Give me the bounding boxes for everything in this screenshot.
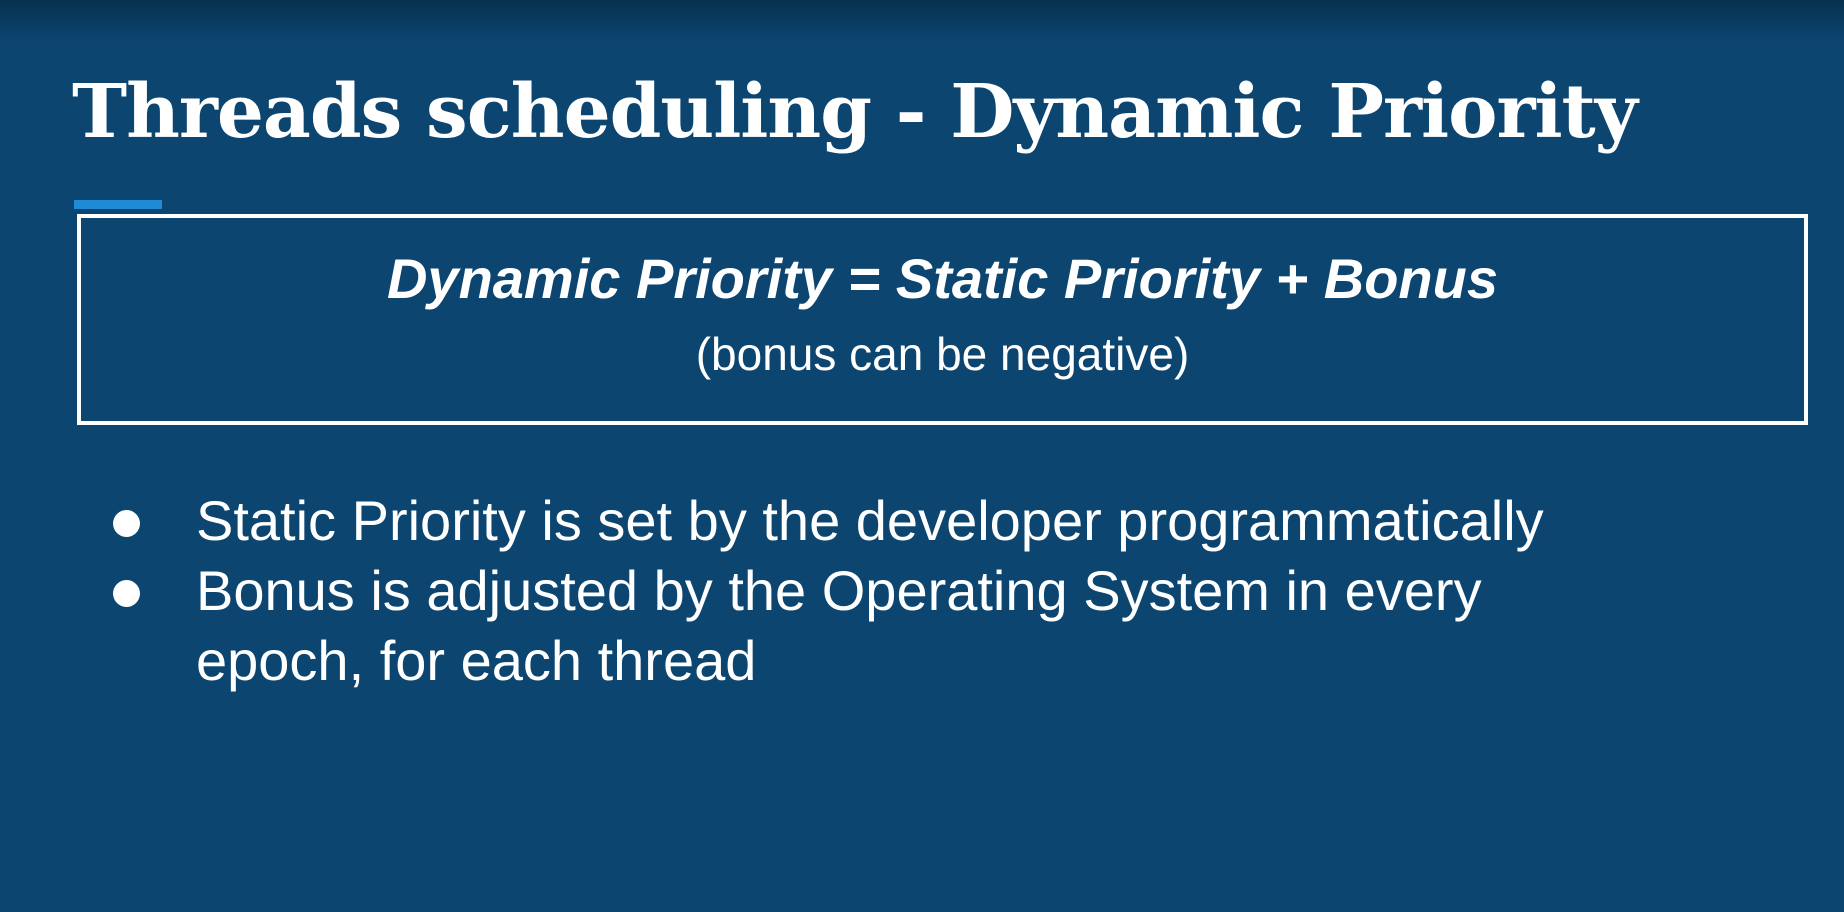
slide-title: Threads scheduling - Dynamic Priority xyxy=(72,69,1638,155)
bullet-item: Bonus is adjusted by the Operating Syste… xyxy=(0,556,1560,696)
formula-text: Dynamic Priority = Static Priority + Bon… xyxy=(386,247,1498,310)
bullet-text: Static Priority is set by the developer … xyxy=(196,489,1544,552)
bullet-item: Static Priority is set by the developer … xyxy=(0,486,1560,556)
top-shade xyxy=(0,0,1844,40)
bullet-icon xyxy=(113,580,140,607)
bullet-icon xyxy=(113,510,140,537)
bullet-text: Bonus is adjusted by the Operating Syste… xyxy=(196,559,1482,692)
title-accent-bar xyxy=(74,200,162,209)
bullet-list: Static Priority is set by the developer … xyxy=(0,486,1560,696)
formula-box: Dynamic Priority = Static Priority + Bon… xyxy=(77,214,1808,425)
formula-note: (bonus can be negative) xyxy=(695,328,1190,380)
